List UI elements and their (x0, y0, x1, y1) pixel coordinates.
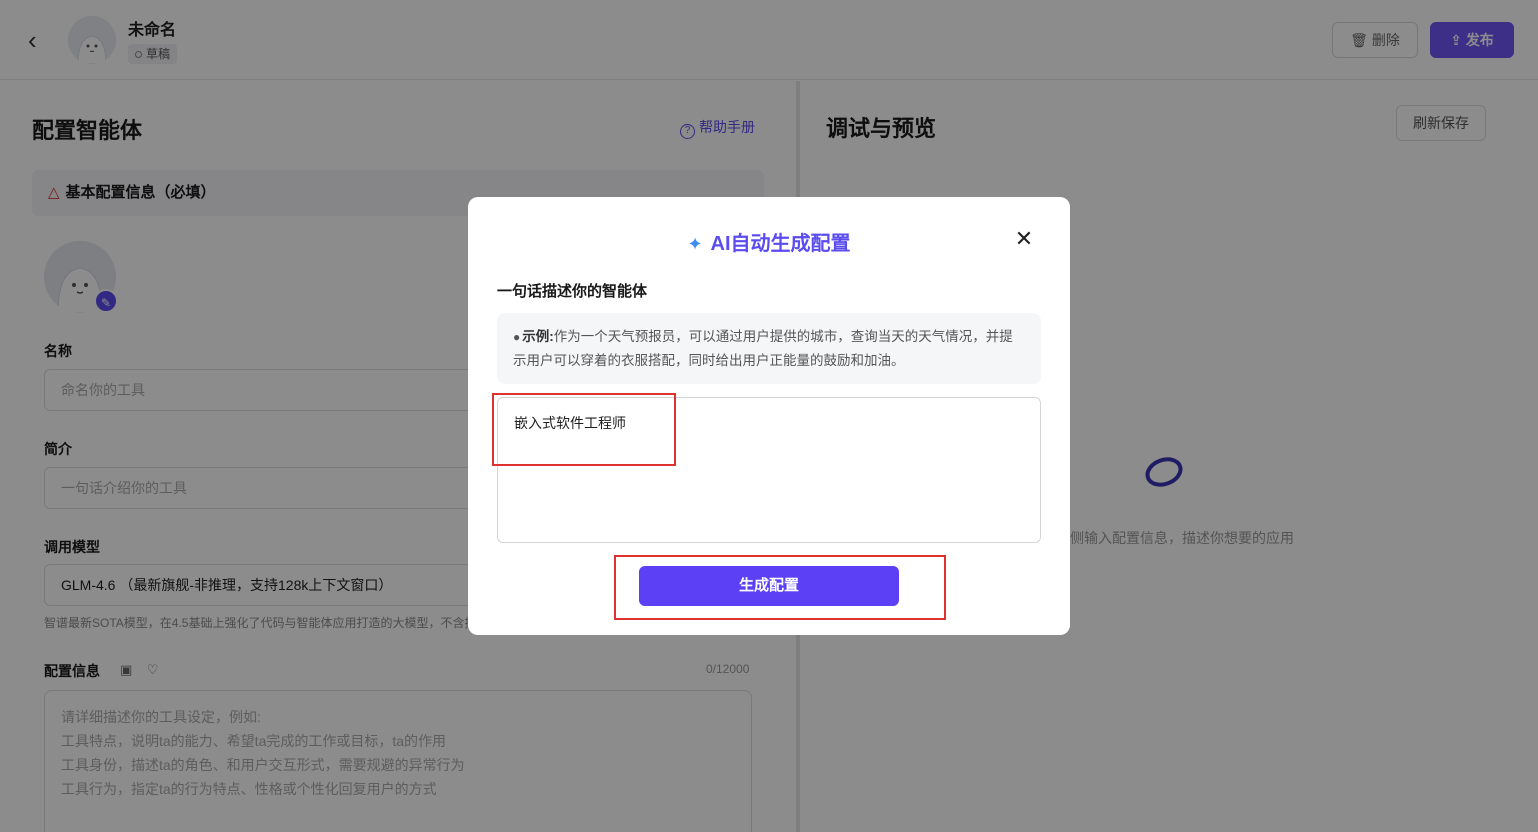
sparkle-icon: ✦ (687, 234, 703, 254)
close-icon[interactable]: ✕ (1012, 227, 1036, 251)
highlight-box-input (492, 393, 676, 466)
example-text: 作为一个天气预报员，可以通过用户提供的城市，查询当天的天气情况，并提示用户可以穿… (513, 329, 1013, 368)
highlight-box-button (614, 555, 946, 620)
ai-generate-modal: ✦ AI自动生成配置 ✕ 一句话描述你的智能体 ● 示例:作为一个天气预报员，可以通… (468, 197, 1070, 635)
lightbulb-icon: ● (513, 330, 521, 344)
modal-title: ✦ AI自动生成配置 (468, 227, 1070, 256)
example-box: ● 示例:作为一个天气预报员，可以通过用户提供的城市，查询当天的天气情况，并提示用… (497, 313, 1041, 384)
describe-label: 一句话描述你的智能体 (497, 283, 648, 300)
modal-title-text: AI自动生成配置 (710, 233, 851, 255)
example-title: 示例: (522, 329, 554, 344)
